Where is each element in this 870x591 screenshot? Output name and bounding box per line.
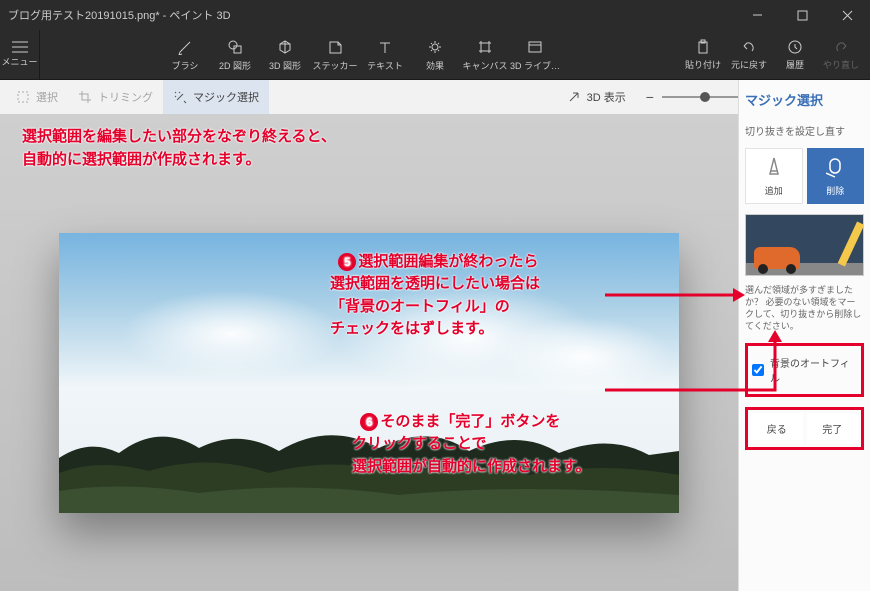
paste-button[interactable]: 貼り付け xyxy=(680,30,726,79)
back-button[interactable]: 戻る xyxy=(751,413,803,444)
cloud xyxy=(121,289,341,379)
minimize-button[interactable] xyxy=(735,0,780,30)
undo-button[interactable]: 元に戻す xyxy=(726,30,772,79)
magic-select-panel: マジック選択 切り抜きを設定し直す 追加 削除 選んだ領域が多すぎましたか？ 必… xyxy=(738,80,870,591)
ribbon-tools: ブラシ 2D 図形 3D 図形 ステッカー テキスト 効果 キャンバス 3D xyxy=(40,30,680,79)
library-icon xyxy=(527,38,543,56)
text-icon xyxy=(377,38,393,56)
image-canvas[interactable] xyxy=(59,233,679,513)
ribbon: メニュー ブラシ 2D 図形 3D 図形 ステッカー テキスト 効果 キャン xyxy=(0,30,870,80)
maximize-button[interactable] xyxy=(780,0,825,30)
done-button[interactable]: 完了 xyxy=(807,413,859,444)
remove-tool[interactable]: 削除 xyxy=(807,148,865,204)
tool-text[interactable]: テキスト xyxy=(360,30,410,79)
autofill-checkbox[interactable] xyxy=(752,364,764,376)
tool-3d-shapes[interactable]: 3D 図形 xyxy=(260,30,310,79)
canvas-icon xyxy=(477,38,493,56)
menu-button[interactable]: メニュー xyxy=(0,30,40,79)
tool-3d-library[interactable]: 3D ライブ… xyxy=(510,30,560,79)
canvas-area[interactable] xyxy=(0,114,738,591)
tool-effects[interactable]: 効果 xyxy=(410,30,460,79)
ribbon-right: 貼り付け 元に戻す 履歴 やり直し xyxy=(680,30,870,79)
eraser-icon xyxy=(826,156,844,180)
panel-hint: 選んだ領域が多すぎましたか？ 必要のない領域をマークして、切り抜きから削除してく… xyxy=(745,284,864,333)
panel-title: マジック選択 xyxy=(745,90,864,109)
magic-select-button[interactable]: マジック選択 xyxy=(163,80,269,114)
tool-canvas[interactable]: キャンバス xyxy=(460,30,510,79)
autofill-checkbox-row[interactable]: 背景のオートフィル xyxy=(745,343,864,397)
add-tool[interactable]: 追加 xyxy=(745,148,803,204)
mountain-layer xyxy=(59,403,679,513)
panel-illustration xyxy=(745,214,864,276)
menu-label: メニュー xyxy=(1,55,37,68)
redo-button[interactable]: やり直し xyxy=(818,30,864,79)
sticker-icon xyxy=(327,38,343,56)
tool-stickers[interactable]: ステッカー xyxy=(310,30,360,79)
effects-icon xyxy=(427,38,443,56)
title-bar: ブログ用テスト20191015.png* - ペイント 3D xyxy=(0,0,870,30)
tool-2d-shapes[interactable]: 2D 図形 xyxy=(210,30,260,79)
tool-brush[interactable]: ブラシ xyxy=(160,30,210,79)
view-3d-button[interactable]: 3D 表示 xyxy=(557,89,636,105)
brush-icon xyxy=(177,38,193,56)
cube-icon xyxy=(277,38,293,56)
panel-buttons: 戻る 完了 xyxy=(745,407,864,450)
crop-button[interactable]: トリミング xyxy=(68,80,163,114)
pencil-icon xyxy=(765,156,783,180)
zoom-out-button[interactable]: − xyxy=(646,89,654,105)
cloud xyxy=(493,317,673,397)
panel-subhead: 切り抜きを設定し直す xyxy=(745,123,864,138)
window-title: ブログ用テスト20191015.png* - ペイント 3D xyxy=(0,7,735,23)
autofill-label: 背景のオートフィル xyxy=(770,355,857,385)
history-button[interactable]: 履歴 xyxy=(772,30,818,79)
zoom-thumb[interactable] xyxy=(700,92,710,102)
select-button[interactable]: 選択 xyxy=(6,80,68,114)
square-icon xyxy=(227,38,243,56)
close-button[interactable] xyxy=(825,0,870,30)
